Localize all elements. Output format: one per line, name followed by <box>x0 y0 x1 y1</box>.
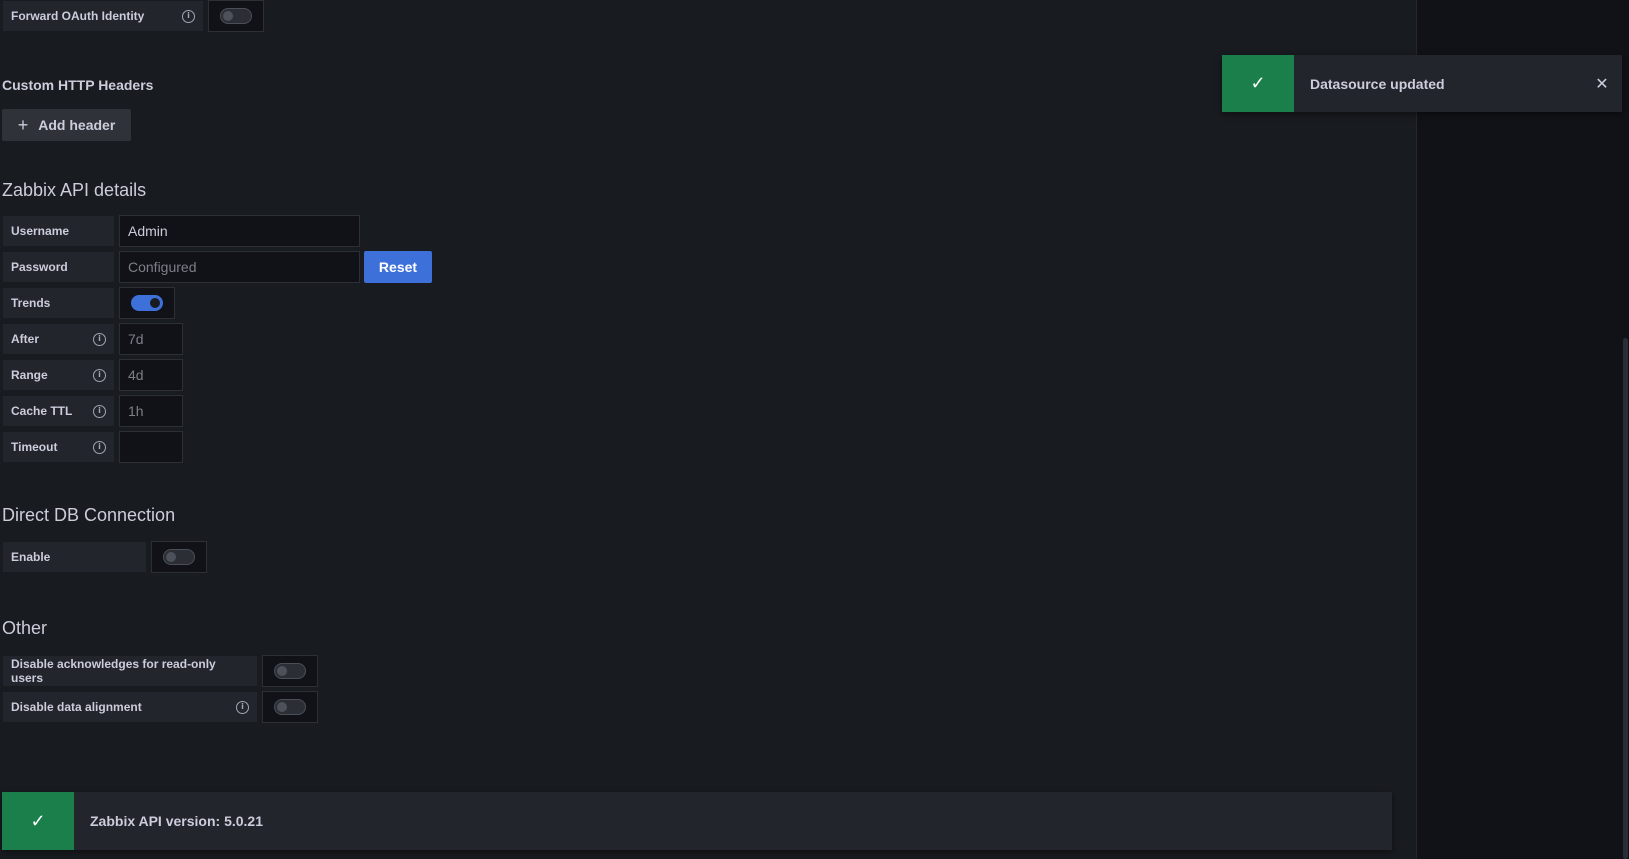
forward-oauth-toggle[interactable] <box>220 8 252 24</box>
direct-db-enable-label-box: Enable <box>2 541 147 573</box>
disable-alignment-toggle[interactable] <box>274 699 306 715</box>
disable-alignment-row: Disable data alignment i <box>2 691 318 723</box>
toggle-knob <box>277 666 287 676</box>
toggle-knob <box>150 298 160 308</box>
forward-oauth-row: Forward OAuth Identity i <box>2 0 264 32</box>
disable-acks-toggle-box <box>262 655 318 687</box>
range-input[interactable]: 4d <box>119 359 183 391</box>
direct-db-title: Direct DB Connection <box>2 505 176 525</box>
add-header-label: Add header <box>38 117 116 133</box>
after-label: After <box>11 332 40 346</box>
info-icon[interactable]: i <box>182 9 195 23</box>
disable-alignment-label-box: Disable data alignment i <box>2 691 258 723</box>
range-label-box: Range i <box>2 359 115 391</box>
zabbix-api-title: Zabbix API details <box>2 180 147 200</box>
trends-row: Trends <box>2 287 175 319</box>
info-icon[interactable]: i <box>93 404 106 418</box>
password-input[interactable]: Configured <box>119 251 360 283</box>
close-icon[interactable]: ✕ <box>1582 55 1622 112</box>
check-icon: ✓ <box>2 792 74 850</box>
disable-alignment-toggle-box <box>262 691 318 723</box>
trends-label-box: Trends <box>2 287 115 319</box>
password-label: Password <box>11 260 68 274</box>
right-gutter <box>1416 0 1629 859</box>
username-label-box: Username <box>2 215 115 247</box>
info-icon[interactable]: i <box>93 440 106 454</box>
other-title: Other <box>2 618 48 638</box>
direct-db-toggle-box <box>151 541 207 573</box>
direct-db-enable-toggle[interactable] <box>163 549 195 565</box>
trends-toggle[interactable] <box>131 295 163 311</box>
cache-ttl-label: Cache TTL <box>11 404 73 418</box>
cache-ttl-label-box: Cache TTL i <box>2 395 115 427</box>
after-label-box: After i <box>2 323 115 355</box>
disable-acks-toggle[interactable] <box>274 663 306 679</box>
toggle-knob <box>166 552 176 562</box>
add-header-button[interactable]: + Add header <box>2 109 131 141</box>
password-label-box: Password <box>2 251 115 283</box>
password-row: Password Configured Reset <box>2 251 432 283</box>
disable-acks-label: Disable acknowledges for read-only users <box>11 657 216 685</box>
info-icon[interactable]: i <box>93 368 106 382</box>
username-row: Username Admin <box>2 215 360 247</box>
test-result-alert: ✓ Zabbix API version: 5.0.21 <box>2 792 1392 850</box>
toggle-knob <box>223 11 233 21</box>
datasource-settings-page: Forward OAuth Identity i Custom HTTP Hea… <box>0 0 1629 859</box>
after-input[interactable]: 7d <box>119 323 183 355</box>
disable-acks-row: Disable acknowledges for read-only users <box>2 655 318 687</box>
custom-headers-title: Custom HTTP Headers <box>2 77 154 93</box>
after-row: After i 7d <box>2 323 183 355</box>
reset-password-button[interactable]: Reset <box>364 251 432 283</box>
timeout-input[interactable] <box>119 431 183 463</box>
cache-ttl-row: Cache TTL i 1h <box>2 395 183 427</box>
range-label: Range <box>11 368 48 382</box>
check-icon: ✓ <box>1222 55 1294 112</box>
trends-label: Trends <box>11 296 51 310</box>
cache-ttl-input[interactable]: 1h <box>119 395 183 427</box>
username-input[interactable]: Admin <box>119 215 360 247</box>
username-label: Username <box>11 224 70 238</box>
disable-alignment-label: Disable data alignment <box>11 700 142 714</box>
range-row: Range i 4d <box>2 359 183 391</box>
disable-acks-label-box: Disable acknowledges for read-only users <box>2 655 258 687</box>
info-icon[interactable]: i <box>93 332 106 346</box>
toast-notification: ✓ Datasource updated ✕ <box>1222 55 1622 112</box>
timeout-label-box: Timeout i <box>2 431 115 463</box>
scrollbar-thumb[interactable] <box>1623 338 1628 859</box>
info-icon[interactable]: i <box>236 700 249 714</box>
toggle-knob <box>277 702 287 712</box>
toast-message: Datasource updated <box>1310 75 1445 92</box>
test-result-message: Zabbix API version: 5.0.21 <box>90 813 263 829</box>
timeout-label: Timeout <box>11 440 58 454</box>
direct-db-enable-row: Enable <box>2 541 207 573</box>
plus-icon: + <box>17 114 29 135</box>
direct-db-enable-label: Enable <box>11 550 51 564</box>
trends-toggle-box <box>119 287 175 319</box>
forward-oauth-label: Forward OAuth Identity <box>11 9 145 23</box>
forward-oauth-toggle-box <box>208 0 264 32</box>
timeout-row: Timeout i <box>2 431 183 463</box>
forward-oauth-label-box: Forward OAuth Identity i <box>2 0 204 32</box>
